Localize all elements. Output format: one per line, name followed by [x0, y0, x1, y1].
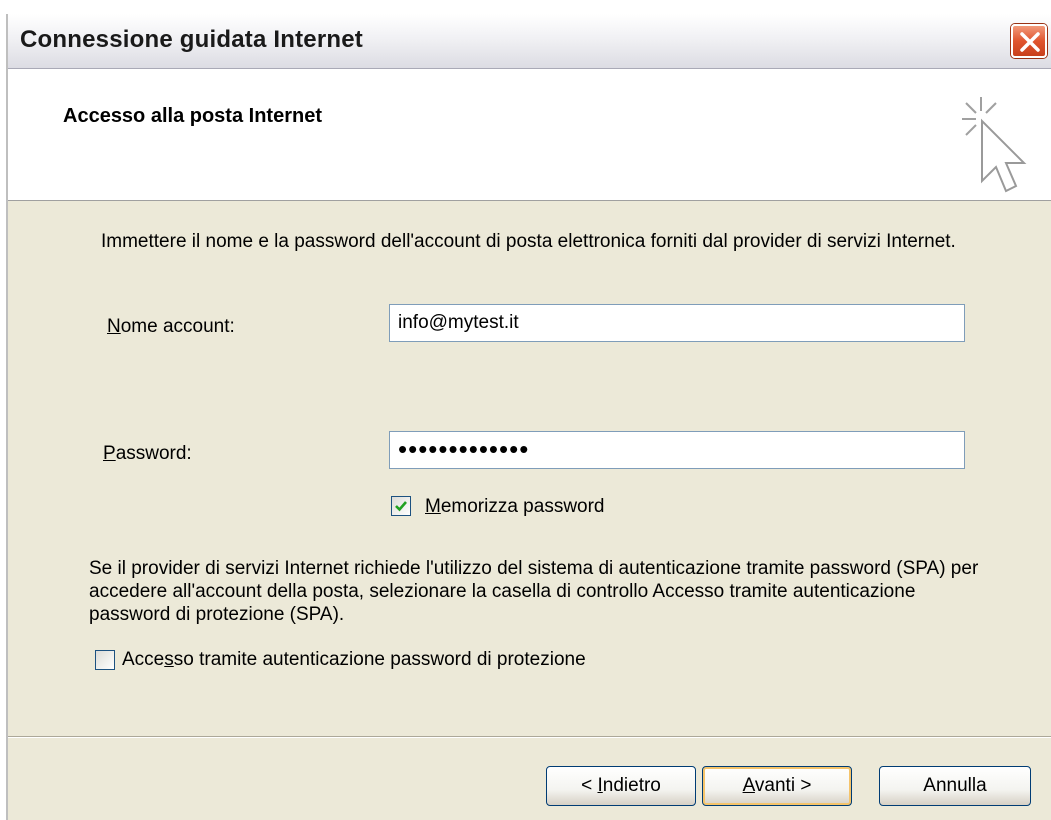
cancel-button[interactable]: Annulla: [879, 766, 1031, 806]
password-label-accesskey: P: [103, 443, 116, 464]
spa-description: Se il provider di servizi Internet richi…: [89, 558, 979, 625]
password-input[interactable]: •••••••••••••: [389, 431, 965, 469]
spa-label[interactable]: Accesso tramite autenticazione password …: [122, 648, 586, 671]
remember-password-label[interactable]: Memorizza password: [425, 495, 605, 518]
checkmark-icon: [395, 501, 407, 512]
header-panel: Accesso alla posta Internet: [8, 69, 1051, 201]
back-label-a: <: [581, 775, 598, 796]
spa-label-accesskey: s: [164, 649, 174, 670]
instructions-text: Immettere il nome e la password dell'acc…: [101, 231, 956, 252]
footer-separator: [8, 736, 1051, 738]
password-label: Password:: [103, 442, 192, 465]
spa-checkbox[interactable]: [95, 650, 115, 670]
account-name-input[interactable]: info@mytest.it: [389, 304, 965, 342]
account-label-text: ome account:: [120, 316, 235, 337]
back-button[interactable]: < Indietro: [546, 766, 696, 806]
next-accesskey: A: [742, 775, 755, 796]
remember-text: emorizza password: [440, 496, 605, 517]
page-title: Accesso alla posta Internet: [63, 105, 322, 127]
password-label-text: assword:: [115, 443, 192, 464]
next-button[interactable]: Avanti >: [702, 766, 852, 806]
window-title: Connessione guidata Internet: [20, 26, 363, 53]
wizard-cursor-icon: [962, 97, 1027, 193]
title-bar[interactable]: Connessione guidata Internet: [8, 14, 1051, 69]
close-button[interactable]: [1011, 24, 1047, 58]
spa-label-part1: Acce: [122, 649, 165, 670]
remember-accesskey: M: [425, 496, 441, 517]
account-label-accesskey: N: [107, 316, 121, 337]
back-label-b: ndietro: [602, 775, 661, 796]
account-label: Nome account:: [107, 315, 235, 338]
wizard-window: Connessione guidata Internet Accesso all…: [6, 14, 1051, 820]
form-area: Immettere il nome e la password dell'acc…: [8, 202, 1051, 732]
remember-password-checkbox[interactable]: [391, 496, 411, 516]
spa-label-part2: so tramite autenticazione password di pr…: [173, 649, 586, 670]
close-icon: [1020, 32, 1040, 52]
next-label: vanti >: [754, 775, 812, 796]
